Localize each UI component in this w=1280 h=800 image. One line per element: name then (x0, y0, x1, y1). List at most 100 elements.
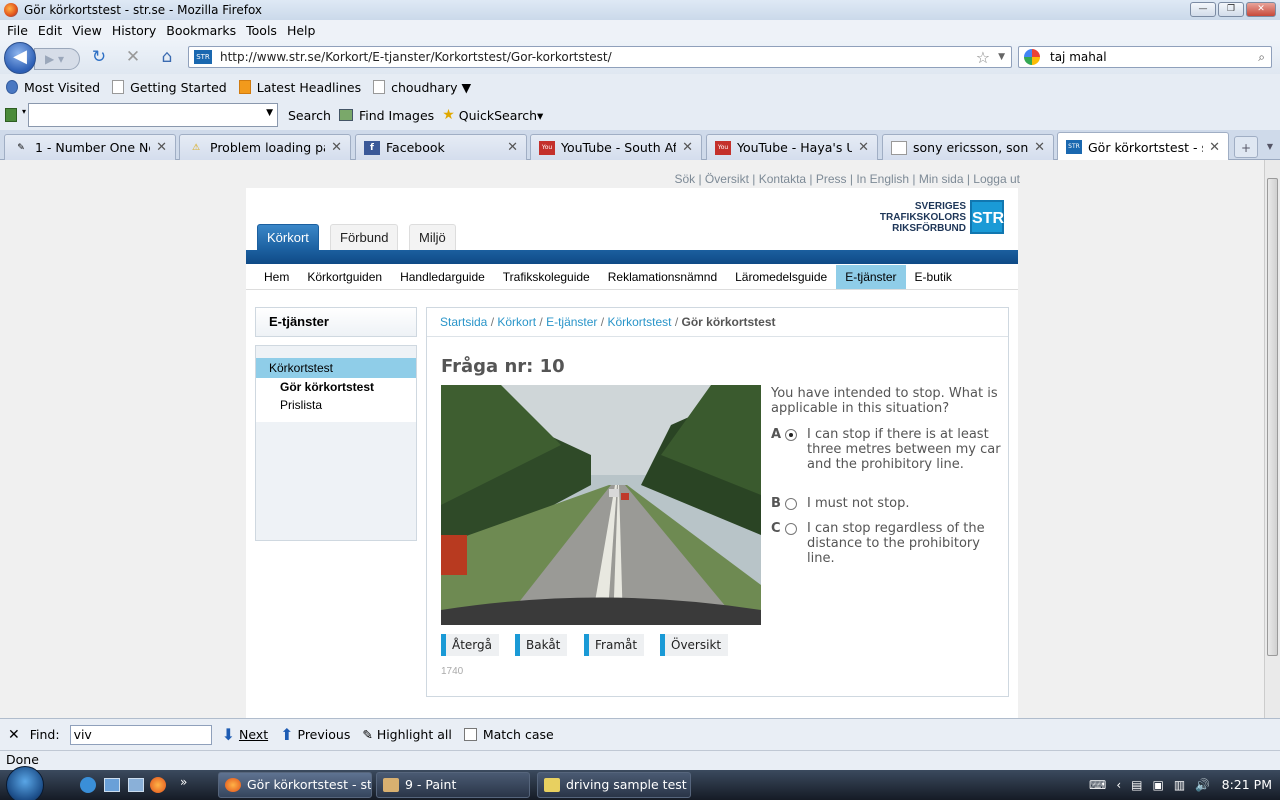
quicklaunch-more-icon[interactable]: » (180, 775, 187, 789)
start-button[interactable] (6, 766, 44, 800)
search-icon[interactable]: ⌕ (1258, 50, 1265, 65)
subnav-trafikskoleguide[interactable]: Trafikskoleguide (494, 265, 599, 289)
url-dropdown-icon[interactable]: ▼ (998, 52, 1005, 62)
find-next-button[interactable]: ⬇ Next (222, 725, 269, 744)
tab-list-button[interactable]: ▼ (1262, 136, 1278, 158)
safely-remove-icon[interactable]: ▣ (1152, 778, 1163, 792)
bookmark-getting-started[interactable]: Getting Started (112, 80, 227, 95)
subnav-e-tjanster[interactable]: E-tjänster (836, 264, 906, 289)
taskbar-firefox[interactable]: Gör körkortstest - st... (218, 772, 372, 798)
ie-icon[interactable] (80, 777, 96, 793)
tab-number-one-news[interactable]: ✎ 1 - Number One New... ✕ (4, 134, 176, 160)
menu-help[interactable]: Help (282, 23, 321, 38)
side-item-gor-korkortstest[interactable]: Gör körkortstest (256, 378, 416, 396)
highlight-all-button[interactable]: ✎ Highlight all (362, 727, 452, 742)
crumb-e-tjanster[interactable]: E-tjänster (546, 315, 597, 329)
bakat-button[interactable]: Bakåt (515, 634, 568, 656)
switch-windows-icon[interactable] (128, 778, 144, 792)
close-tab-icon[interactable]: ✕ (1209, 140, 1220, 155)
option-c[interactable]: C I can stop regardless of the distance t… (771, 521, 1003, 566)
maximize-button[interactable]: ❐ (1218, 2, 1244, 17)
url-bar[interactable]: STR http://www.str.se/Korkort/E-tjanster… (188, 46, 1012, 68)
close-find-icon[interactable]: ✕ (8, 727, 20, 743)
tray-expand-icon[interactable]: ‹ (1116, 778, 1121, 792)
option-c-radio[interactable] (785, 523, 797, 535)
menu-edit[interactable]: Edit (33, 23, 67, 38)
crumb-korkort[interactable]: Körkort (497, 315, 536, 329)
subnav-handledarguide[interactable]: Handledarguide (391, 265, 494, 289)
close-tab-icon[interactable]: ✕ (331, 140, 342, 155)
close-tab-icon[interactable]: ✕ (1034, 140, 1045, 155)
oversikt-button[interactable]: Översikt (660, 634, 729, 656)
new-tab-button[interactable]: + (1234, 136, 1258, 158)
clock[interactable]: 8:21 PM (1222, 770, 1272, 800)
tab-miljo[interactable]: Miljö (409, 224, 456, 250)
tab-youtube-haya[interactable]: You YouTube - Haya's Uf... ✕ (706, 134, 878, 160)
volume-icon[interactable]: 🔊 (1195, 778, 1210, 792)
menu-file[interactable]: File (2, 23, 33, 38)
option-b-radio[interactable] (785, 498, 797, 510)
toolbar-search-combo[interactable] (28, 103, 278, 127)
url-text[interactable]: http://www.str.se/Korkort/E-tjanster/Kor… (220, 50, 976, 64)
home-icon[interactable]: ⌂ (156, 46, 178, 68)
crumb-korkortstest[interactable]: Körkortstest (607, 315, 671, 329)
reload-icon[interactable]: ↻ (88, 46, 110, 68)
crumb-startsida[interactable]: Startsida (440, 315, 487, 329)
close-tab-icon[interactable]: ✕ (682, 140, 693, 155)
scrollbar-thumb[interactable] (1267, 178, 1278, 656)
bookmark-star-icon[interactable]: ☆ (976, 48, 990, 67)
subnav-korkortguiden[interactable]: Körkortguiden (298, 265, 391, 289)
subnav-hem[interactable]: Hem (255, 265, 298, 289)
printer-icon[interactable]: ▤ (1131, 778, 1142, 792)
find-images-button[interactable]: Find Images (359, 108, 434, 123)
bookmark-most-visited[interactable]: Most Visited (6, 80, 100, 95)
str-logo[interactable]: SVERIGES TRAFIKSKOLORS RIKSFÖRBUND STR (880, 200, 1004, 234)
menu-bookmarks[interactable]: Bookmarks (161, 23, 241, 38)
toolbar-logo-icon[interactable] (5, 108, 17, 122)
tab-gor-korkortstest[interactable]: STR Gör körkortstest - s... ✕ (1057, 132, 1229, 161)
framat-button[interactable]: Framåt (584, 634, 645, 656)
bookmark-choudhary[interactable]: choudhary ▼ (373, 80, 471, 95)
atergaa-button[interactable]: Återgå (441, 634, 499, 656)
find-input[interactable]: viv (69, 724, 212, 745)
tab-sony-ericsson[interactable]: sony ericsson, sony e... ✕ (882, 134, 1054, 160)
option-a-radio[interactable] (785, 429, 797, 441)
option-b[interactable]: B I must not stop. (771, 496, 1003, 511)
tab-facebook[interactable]: f Facebook ✕ (355, 134, 527, 160)
close-tab-icon[interactable]: ✕ (858, 140, 869, 155)
stop-icon[interactable]: ✕ (122, 46, 144, 68)
close-tab-icon[interactable]: ✕ (156, 140, 167, 155)
google-icon[interactable] (1024, 49, 1040, 65)
bookmark-latest-headlines[interactable]: Latest Headlines (238, 80, 361, 95)
find-previous-button[interactable]: ⬆ Previous (280, 725, 350, 744)
tab-problem-loading[interactable]: ⚠ Problem loading page ✕ (179, 134, 351, 160)
forward-button[interactable]: ▶ ▾ (34, 48, 80, 70)
taskbar-driving-sample[interactable]: driving sample test (537, 772, 691, 798)
site-top-links[interactable]: Sök | Översikt | Kontakta | Press | In E… (660, 172, 1020, 186)
menu-view[interactable]: View (67, 23, 107, 38)
search-bar[interactable]: taj mahal ⌕ (1018, 46, 1272, 68)
quicksearch-button[interactable]: QuickSearch▾ (459, 108, 544, 123)
keyboard-icon[interactable]: ⌨ (1089, 778, 1106, 792)
close-tab-icon[interactable]: ✕ (507, 140, 518, 155)
option-a[interactable]: A I can stop if there is at least three m… (771, 427, 1003, 472)
vertical-scrollbar[interactable] (1264, 160, 1280, 718)
subnav-laromedelsguide[interactable]: Läromedelsguide (726, 265, 836, 289)
toolbar-dropdown-icon[interactable]: ▾ (22, 107, 26, 116)
checkbox-box[interactable] (463, 728, 477, 741)
show-desktop-icon[interactable] (104, 778, 120, 792)
firefox-quicklaunch-icon[interactable] (150, 777, 166, 793)
toolbar-search-button[interactable]: Search (288, 108, 331, 123)
minimize-button[interactable]: — (1190, 2, 1216, 17)
tab-forbund[interactable]: Förbund (330, 224, 399, 250)
side-item-korkortstest[interactable]: Körkortstest (256, 358, 416, 378)
taskbar-paint[interactable]: 9 - Paint (376, 772, 530, 798)
tab-youtube-south-africa[interactable]: You YouTube - South Afri... ✕ (530, 134, 702, 160)
side-item-prislista[interactable]: Prislista (256, 396, 416, 414)
back-button[interactable]: ◀ (4, 42, 36, 74)
menu-tools[interactable]: Tools (241, 23, 282, 38)
match-case-checkbox[interactable]: Match case (463, 727, 554, 742)
search-input[interactable]: taj mahal (1050, 50, 1258, 64)
close-window-button[interactable]: ✕ (1246, 2, 1276, 17)
menu-history[interactable]: History (107, 23, 161, 38)
